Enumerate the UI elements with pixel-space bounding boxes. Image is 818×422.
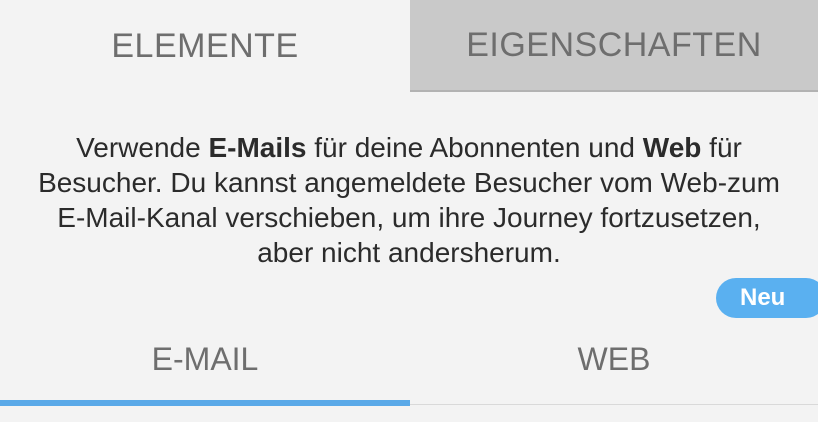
tab-elements-label: ELEMENTE bbox=[111, 26, 299, 65]
tab-divider bbox=[410, 404, 818, 405]
description-text-2: für deine Abonnenten und bbox=[306, 132, 643, 163]
channel-tab-bar: E-MAIL WEB bbox=[0, 300, 818, 422]
description-email-bold: E-Mails bbox=[208, 132, 307, 163]
tab-email-label: E-MAIL bbox=[151, 340, 259, 377]
top-tab-bar: ELEMENTE EIGENSCHAFTEN bbox=[0, 0, 818, 92]
tab-web-label: WEB bbox=[577, 340, 651, 377]
new-badge-label: Neu bbox=[740, 284, 786, 311]
new-badge: Neu bbox=[716, 278, 818, 318]
description-web-bold: Web bbox=[642, 132, 702, 163]
channel-description: Verwende E-Mails für deine Abonnenten un… bbox=[30, 130, 788, 270]
tab-properties-label: EIGENSCHAFTEN bbox=[466, 25, 762, 64]
tab-email[interactable]: E-MAIL bbox=[0, 300, 410, 406]
active-tab-indicator bbox=[0, 400, 410, 406]
tab-properties[interactable]: EIGENSCHAFTEN bbox=[410, 0, 818, 92]
tab-elements[interactable]: ELEMENTE bbox=[0, 0, 410, 92]
description-text-1: Verwende bbox=[76, 132, 209, 163]
